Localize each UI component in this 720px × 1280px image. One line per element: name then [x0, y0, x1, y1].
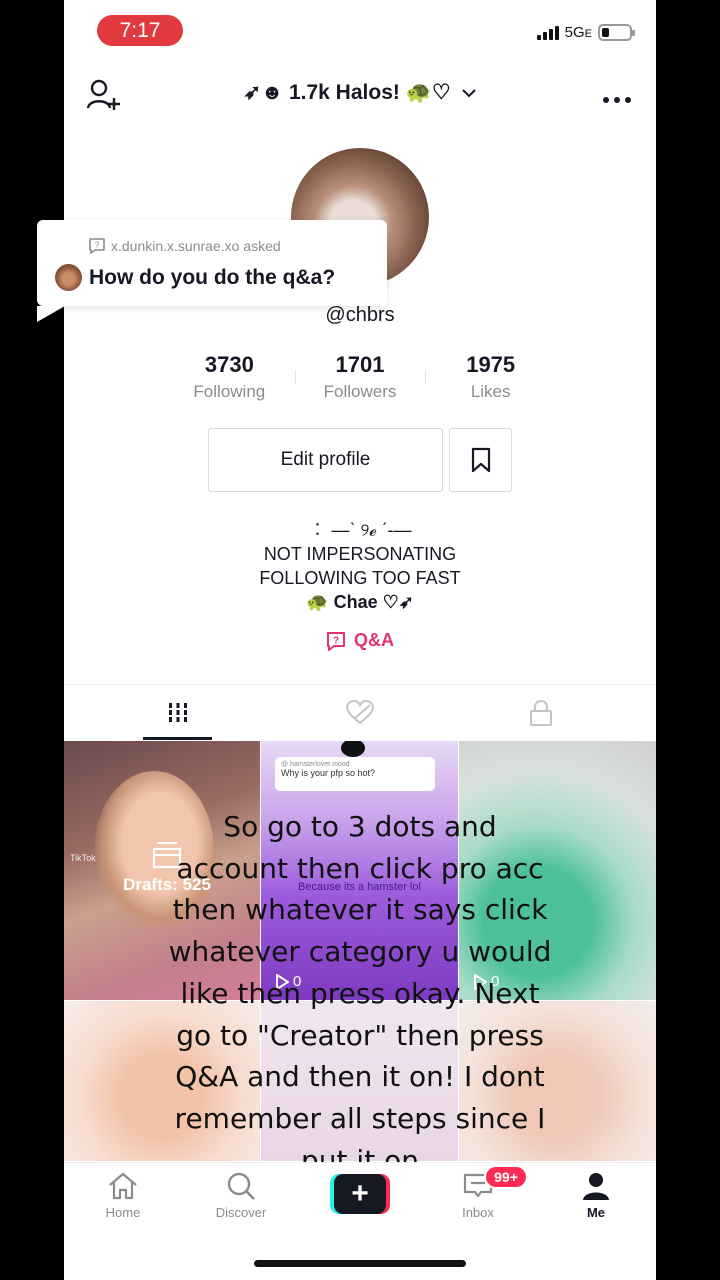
home-icon: [109, 1172, 137, 1200]
edit-profile-button[interactable]: Edit profile: [208, 428, 443, 492]
qa-question-bubble[interactable]: ? x.dunkin.x.sunrae.xo asked How do you …: [37, 220, 387, 322]
create-button[interactable]: +: [330, 1174, 390, 1214]
bio-line: FOLLOWING TOO FAST: [259, 568, 461, 588]
profile-handle: @chbrs: [325, 304, 395, 326]
chevron-down-icon: [461, 89, 476, 98]
caption-line: whatever category u would: [168, 935, 552, 969]
bio-line: ︰ —ˋ ୨ℯ ˊ-—: [308, 520, 412, 540]
more-options-button[interactable]: [602, 90, 632, 104]
status-indicators: 5GE: [536, 24, 635, 41]
qa-sticker-asker: @ hamsterlover.mood: [281, 761, 350, 768]
tab-private[interactable]: [442, 685, 639, 741]
network-label: 5GE: [564, 24, 592, 41]
inbox-badge: 99+: [484, 1165, 528, 1189]
profile-bio: ︰ —ˋ ୨ℯ ˊ-— NOT IMPERSONATING FOLLOWING …: [64, 518, 656, 614]
add-user-icon: [86, 79, 120, 110]
status-time[interactable]: 7:17: [97, 15, 183, 46]
battery-icon: [598, 24, 635, 41]
followers-count: 1701: [335, 352, 385, 377]
svg-text:?: ?: [333, 635, 339, 646]
plus-icon: +: [334, 1174, 386, 1214]
question-bubble-icon: ?: [89, 238, 105, 254]
svg-text:?: ?: [95, 241, 100, 250]
caption-line: then whatever it says click: [172, 893, 548, 927]
likes-label: Likes: [470, 382, 511, 401]
heart-hidden-icon: [345, 700, 374, 725]
lock-icon: [529, 699, 552, 726]
question-bubble-icon: ?: [327, 631, 345, 651]
followers-label: Followers: [323, 382, 397, 401]
qa-sticker: @ hamsterlover.mood Why is your pfp so h…: [275, 757, 435, 791]
qa-sticker-question: Why is your pfp so hot?: [281, 768, 376, 778]
caption-line: So go to 3 dots and: [223, 810, 497, 843]
profile-name-switcher[interactable]: ➶☻ 1.7k Halos! 🐢♡: [184, 80, 536, 105]
tab-videos[interactable]: [79, 685, 276, 741]
status-bar: 7:17 5GE: [64, 0, 656, 64]
more-dots-icon: [603, 97, 631, 103]
qa-asker: ? x.dunkin.x.sunrae.xo asked: [89, 238, 281, 254]
nav-discover[interactable]: Discover: [191, 1171, 291, 1220]
qa-question-text: How do you do the q&a?: [89, 266, 336, 289]
following-count: 3730: [204, 352, 254, 377]
nav-home[interactable]: Home: [73, 1171, 173, 1220]
active-tab-indicator: [143, 737, 212, 740]
qa-asker-text: x.dunkin.x.sunrae.xo asked: [111, 238, 281, 254]
tab-liked[interactable]: [261, 685, 458, 741]
overlay-caption: So go to 3 dots and account then click p…: [64, 806, 656, 1181]
nav-discover-label: Discover: [215, 1205, 267, 1220]
likes-stat[interactable]: 1975 Likes: [425, 352, 556, 402]
home-indicator[interactable]: [254, 1260, 466, 1267]
following-stat[interactable]: 3730 Following: [164, 352, 295, 402]
caption-line: like then press okay. Next: [180, 976, 540, 1010]
bio-line: 🐢 Chae ♡➶: [306, 592, 414, 612]
caption-line: go to "Creator" then press: [176, 1018, 544, 1052]
nav-me[interactable]: Me: [546, 1171, 646, 1220]
caption-line: account then click pro acc: [176, 851, 544, 885]
asker-avatar: [55, 264, 82, 291]
bio-line: NOT IMPERSONATING: [263, 544, 457, 564]
content-tabs: [64, 684, 656, 740]
battery-level: [602, 28, 609, 37]
nav-home-label: Home: [105, 1205, 141, 1220]
bookmark-icon: [471, 447, 490, 473]
likes-count: 1975: [466, 352, 516, 377]
profile-header: ➶☻ 1.7k Halos! 🐢♡: [64, 64, 656, 124]
profile-icon: [583, 1173, 609, 1200]
profile-stats: 3730 Following 1701 Followers 1975 Likes: [164, 352, 556, 402]
nav-me-label: Me: [586, 1205, 606, 1220]
favorites-button[interactable]: [449, 428, 512, 492]
add-friend-button[interactable]: [86, 78, 122, 112]
thumbnail-shape: [341, 741, 365, 757]
nav-inbox-label: Inbox: [462, 1205, 494, 1220]
search-icon: [227, 1172, 255, 1200]
caption-line: remember all steps since I: [174, 1101, 546, 1135]
followers-stat[interactable]: 1701 Followers: [294, 352, 426, 402]
qa-link[interactable]: ? Q&A: [64, 630, 656, 651]
grid-icon: [168, 703, 187, 722]
profile-name: ➶☻ 1.7k Halos! 🐢♡: [243, 81, 451, 104]
screen: 7:17 5GE ➶☻ 1.7k Halos! 🐢♡ @chbrs 3730 F…: [64, 0, 656, 1280]
caption-line: Q&A and then it on! I dont: [175, 1060, 545, 1094]
signal-icon: [536, 25, 559, 40]
following-label: Following: [193, 382, 266, 401]
qa-link-label: Q&A: [354, 630, 394, 650]
